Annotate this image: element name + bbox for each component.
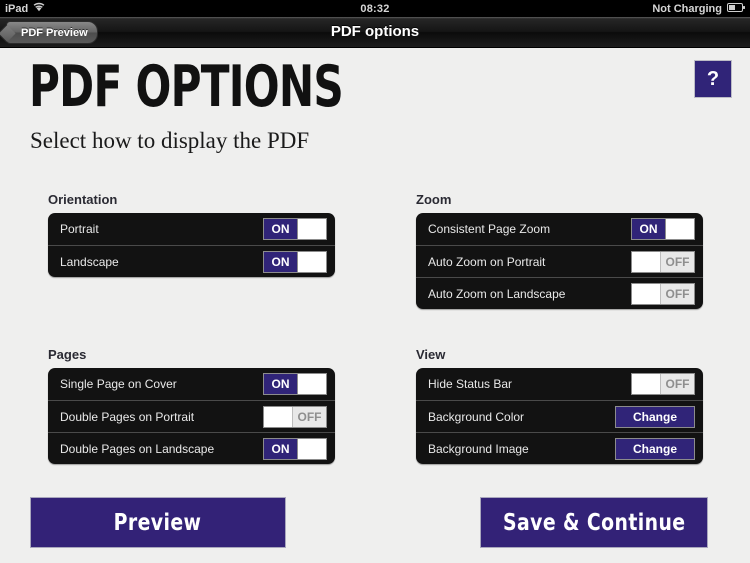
group-label: View xyxy=(416,347,446,362)
group-view: View Hide Status Bar OFF Background Colo… xyxy=(416,347,703,464)
navigation-bar-title: PDF options xyxy=(330,23,420,40)
battery-icon xyxy=(727,2,745,15)
toggle-knob xyxy=(632,283,661,304)
toggle-state-label: ON xyxy=(632,219,665,239)
battery-status-label: Not Charging xyxy=(652,2,722,15)
toggle-knob xyxy=(665,219,694,239)
toggle-double-pages-landscape[interactable]: ON xyxy=(263,437,327,460)
group-panel: Portrait ON Landscape ON xyxy=(48,213,335,277)
option-label: Single Page on Cover xyxy=(60,377,177,391)
toggle-single-page-on-cover[interactable]: ON xyxy=(263,373,327,395)
group-pages: Pages Single Page on Cover ON Double Pag… xyxy=(48,347,335,464)
option-row-background-image[interactable]: Background Image Change xyxy=(416,432,703,464)
toggle-state-label: ON xyxy=(264,219,297,239)
toggle-hide-status-bar[interactable]: OFF xyxy=(631,373,695,395)
option-row-double-pages-landscape[interactable]: Double Pages on Landscape ON xyxy=(48,432,335,464)
option-label: Auto Zoom on Portrait xyxy=(428,254,546,269)
save-and-continue-button[interactable]: Save & Continue xyxy=(480,497,708,548)
option-row-background-color[interactable]: Background Color Change xyxy=(416,400,703,432)
option-label: Background Color xyxy=(428,409,525,424)
group-panel: Single Page on Cover ON Double Pages on … xyxy=(48,368,335,464)
toggle-knob xyxy=(297,374,326,394)
change-background-color-button[interactable]: Change xyxy=(615,405,695,428)
toggle-knob xyxy=(297,251,326,272)
status-bar-right: Not Charging xyxy=(652,2,745,15)
group-zoom: Zoom Consistent Page Zoom ON Auto Zoom o… xyxy=(416,192,703,309)
toggle-knob xyxy=(632,251,661,272)
back-button-label: PDF Preview xyxy=(21,26,88,39)
toggle-landscape[interactable]: ON xyxy=(263,250,327,273)
toggle-knob xyxy=(297,219,326,239)
group-panel: Hide Status Bar OFF Background Color Cha… xyxy=(416,368,703,464)
change-button-label: Change xyxy=(632,441,677,456)
toggle-state-label: OFF xyxy=(661,283,694,304)
option-row-auto-zoom-portrait[interactable]: Auto Zoom on Portrait OFF xyxy=(416,245,703,277)
toggle-state-label: ON xyxy=(264,438,297,459)
toggle-knob xyxy=(297,438,326,459)
group-label: Orientation xyxy=(48,192,118,207)
toggle-auto-zoom-landscape[interactable]: OFF xyxy=(631,282,695,305)
group-panel: Consistent Page Zoom ON Auto Zoom on Por… xyxy=(416,213,703,309)
option-row-hide-status-bar[interactable]: Hide Status Bar OFF xyxy=(416,368,703,400)
navigation-bar: PDF Preview PDF options xyxy=(0,17,750,48)
toggle-state-label: OFF xyxy=(293,406,326,427)
toggle-state-label: OFF xyxy=(661,374,694,394)
option-label: Consistent Page Zoom xyxy=(428,222,551,236)
help-button[interactable]: ? xyxy=(694,60,732,98)
option-label: Background Image xyxy=(428,441,529,456)
toggle-auto-zoom-portrait[interactable]: OFF xyxy=(631,250,695,273)
toggle-state-label: ON xyxy=(264,251,297,272)
option-label: Double Pages on Landscape xyxy=(60,441,215,456)
toggle-state-label: OFF xyxy=(661,251,694,272)
option-row-portrait[interactable]: Portrait ON xyxy=(48,213,335,245)
option-row-double-pages-portrait[interactable]: Double Pages on Portrait OFF xyxy=(48,400,335,432)
group-label: Pages xyxy=(48,347,87,362)
preview-button-label: Preview xyxy=(114,509,202,536)
save-and-continue-button-label: Save & Continue xyxy=(502,509,686,536)
toggle-double-pages-portrait[interactable]: OFF xyxy=(263,405,327,428)
toggle-knob xyxy=(264,406,293,427)
question-mark-icon: ? xyxy=(706,67,720,90)
option-label: Portrait xyxy=(60,222,99,236)
option-label: Auto Zoom on Landscape xyxy=(428,286,566,301)
option-label: Landscape xyxy=(60,254,119,269)
option-row-consistent-page-zoom[interactable]: Consistent Page Zoom ON xyxy=(416,213,703,245)
status-bar: iPad 08:32 Not Charging xyxy=(0,0,750,17)
page-title: PDF OPTIONS xyxy=(29,54,344,120)
toggle-knob xyxy=(632,374,661,394)
option-row-landscape[interactable]: Landscape ON xyxy=(48,245,335,277)
toggle-portrait[interactable]: ON xyxy=(263,218,327,240)
page-subtitle: Select how to display the PDF xyxy=(30,128,310,153)
change-background-image-button[interactable]: Change xyxy=(615,437,695,460)
option-label: Double Pages on Portrait xyxy=(60,409,195,424)
preview-button[interactable]: Preview xyxy=(30,497,286,548)
group-orientation: Orientation Portrait ON Landscape ON xyxy=(48,192,335,277)
option-row-single-page-on-cover[interactable]: Single Page on Cover ON xyxy=(48,368,335,400)
change-button-label: Change xyxy=(632,409,677,424)
clock-label: 08:32 xyxy=(360,2,390,15)
option-label: Hide Status Bar xyxy=(428,377,513,391)
toggle-state-label: ON xyxy=(264,374,297,394)
group-label: Zoom xyxy=(416,192,452,207)
toggle-consistent-page-zoom[interactable]: ON xyxy=(631,218,695,240)
option-row-auto-zoom-landscape[interactable]: Auto Zoom on Landscape OFF xyxy=(416,277,703,309)
